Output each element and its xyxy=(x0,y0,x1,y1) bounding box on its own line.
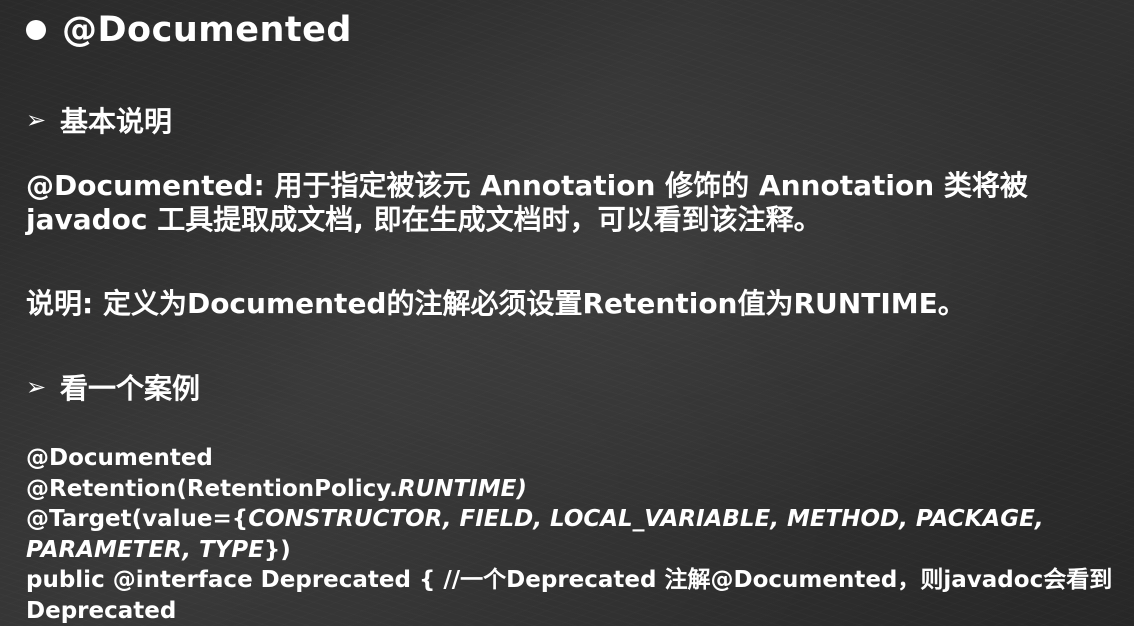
slide: @Documented ➢ 基本说明 @Documented: 用于指定被该元 … xyxy=(0,0,1134,626)
code-example: @Documented @Retention(RetentionPolicy.R… xyxy=(26,443,1134,626)
code-line-3-italic: CONSTRUCTOR, FIELD, LOCAL_VARIABLE, METH… xyxy=(248,506,1044,532)
description-line-1: @Documented: 用于指定被该元 Annotation 修饰的 Anno… xyxy=(26,169,1028,202)
section-heading-example-text: 看一个案例 xyxy=(60,372,201,405)
code-line-2-prefix: @Retention(RetentionPolicy. xyxy=(26,475,398,502)
code-line-3: @Target(value={CONSTRUCTOR, FIELD, LOCAL… xyxy=(26,504,1134,535)
description-line-2: javadoc 工具提取成文档, 即在生成文档时，可以看到该注释。 xyxy=(26,203,822,236)
section-heading-basic-text: 基本说明 xyxy=(60,105,173,138)
code-line-5: public @interface Deprecated { //一个Depre… xyxy=(26,567,1113,593)
code-line-3-prefix: @Target(value={ xyxy=(26,506,249,532)
bullet-dot-icon xyxy=(26,20,46,40)
title-row: @Documented xyxy=(26,10,352,50)
code-line-1: @Documented xyxy=(26,445,213,471)
description-paragraph: @Documented: 用于指定被该元 Annotation 修饰的 Anno… xyxy=(26,169,1132,237)
code-line-2: @Retention(RetentionPolicy.RUNTIME) xyxy=(26,474,1134,505)
section-heading-basic: ➢ 基本说明 xyxy=(26,100,172,140)
code-line-4: PARAMETER, TYPE}) xyxy=(26,535,1134,566)
code-line-4-suffix: }) xyxy=(263,536,291,563)
arrow-bullet-icon: ➢ xyxy=(26,106,47,134)
arrow-bullet-icon: ➢ xyxy=(26,373,47,401)
note-paragraph: 说明: 定义为Documented的注解必须设置Retention值为RUNTI… xyxy=(26,287,1132,321)
code-line-4-italic: PARAMETER, TYPE xyxy=(26,536,264,563)
note-line: 说明: 定义为Documented的注解必须设置Retention值为RUNTI… xyxy=(26,287,966,320)
section-heading-example: ➢ 看一个案例 xyxy=(26,367,200,407)
code-line-2-italic: RUNTIME) xyxy=(397,475,527,502)
code-line-6: Deprecated xyxy=(26,597,177,624)
page-title: @Documented xyxy=(62,10,352,50)
